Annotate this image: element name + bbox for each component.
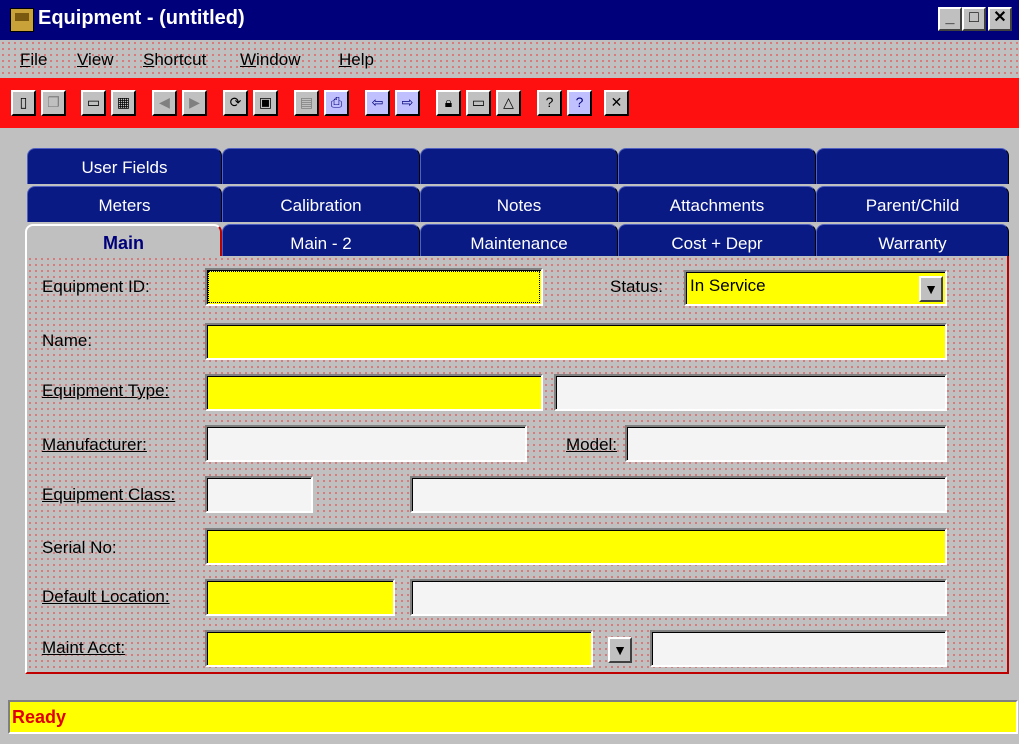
tab-main-2[interactable]: Main - 2: [222, 224, 420, 260]
link-left-icon: ⇦: [371, 94, 384, 110]
context-help-button[interactable]: ?: [567, 90, 592, 116]
default-location-field[interactable]: [205, 579, 395, 616]
close-window-icon: ✕: [993, 9, 1007, 26]
copy-doc-icon: ❐: [47, 94, 60, 110]
prev-record-button[interactable]: ◀: [152, 90, 177, 116]
equipment-type-label: Equipment Type:: [42, 381, 170, 400]
maint-acct-description-field[interactable]: [650, 630, 947, 667]
chevron-down-icon: ▼: [924, 281, 938, 297]
model-label: Model:: [566, 435, 618, 454]
link-right-button[interactable]: ⇨: [395, 90, 420, 116]
name-label: Name:: [42, 331, 93, 350]
equipment-class-field[interactable]: [205, 476, 313, 513]
help-icon: ?: [545, 94, 554, 110]
maint-acct-label: Maint Acct:: [42, 638, 126, 657]
menu-view[interactable]: View: [77, 50, 114, 70]
maximize-icon: □: [969, 9, 979, 26]
equipment-type-field[interactable]: [205, 374, 543, 411]
status-dropdown-button[interactable]: ▼: [919, 276, 943, 302]
minimize-icon: _: [945, 9, 955, 26]
save-grid-icon: ▦: [116, 94, 131, 110]
menu-help[interactable]: Help: [339, 50, 374, 70]
maximize-button[interactable]: □: [962, 7, 986, 31]
prev-record-icon: ◀: [159, 94, 170, 110]
default-location-label: Default Location:: [42, 587, 170, 606]
folder-open-icon: ▭: [471, 94, 486, 110]
equipment-id-field[interactable]: [205, 268, 543, 306]
manufacturer-label: Manufacturer:: [42, 435, 147, 454]
app-icon[interactable]: [10, 8, 34, 32]
close-window-button[interactable]: ✕: [988, 7, 1012, 31]
status-value: In Service: [690, 276, 766, 295]
lock-button[interactable]: 🔒︎: [436, 90, 461, 116]
tab-attachments[interactable]: Attachments: [618, 186, 816, 222]
maint-acct-field[interactable]: [205, 630, 593, 667]
tab-cost-depr[interactable]: Cost + Depr: [618, 224, 816, 260]
help-button[interactable]: ?: [537, 90, 562, 116]
equipment-id-label: Equipment ID:: [42, 277, 150, 296]
tab-blank-2[interactable]: [420, 148, 618, 184]
tab-blank-1[interactable]: [222, 148, 420, 184]
window-title: Equipment - (untitled): [38, 7, 245, 29]
close-button[interactable]: ✕: [604, 90, 629, 116]
lock-icon: 🔒︎: [444, 94, 453, 110]
new-button[interactable]: ▯: [11, 90, 36, 116]
tab-parent-child[interactable]: Parent/Child: [816, 186, 1009, 222]
serial-no-label: Serial No:: [42, 538, 117, 557]
copy-button[interactable]: ❐: [41, 90, 66, 116]
save-grid-button[interactable]: ▦: [111, 90, 136, 116]
tab-meters[interactable]: Meters: [27, 186, 222, 222]
tab-maintenance[interactable]: Maintenance: [420, 224, 618, 260]
menu-shortcut[interactable]: Shortcut: [143, 50, 206, 70]
shapes-icon: △: [503, 94, 514, 110]
menu-window[interactable]: Window: [240, 50, 300, 70]
open-folder-icon: ▭: [86, 94, 101, 110]
tab-blank-3[interactable]: [618, 148, 816, 184]
shapes-button[interactable]: △: [496, 90, 521, 116]
model-field[interactable]: [625, 425, 947, 462]
status-select[interactable]: In Service: [684, 270, 947, 306]
tab-warranty[interactable]: Warranty: [816, 224, 1009, 260]
menu-file[interactable]: File: [20, 50, 47, 70]
link-right-icon: ⇨: [401, 94, 414, 110]
folder-button[interactable]: ▭: [466, 90, 491, 116]
close-icon: ✕: [610, 94, 623, 110]
print-icon: ⎙: [330, 94, 343, 110]
tab-user-fields[interactable]: User Fields: [27, 148, 222, 184]
tab-main[interactable]: Main: [25, 224, 222, 258]
serial-no-field[interactable]: [205, 528, 947, 565]
manufacturer-field[interactable]: [205, 425, 527, 462]
default-location-description-field[interactable]: [410, 579, 947, 616]
context-help-icon: ?: [575, 94, 584, 110]
next-record-icon: ▶: [189, 94, 200, 110]
equipment-type-description-field[interactable]: [554, 374, 947, 411]
new-doc-icon: ▯: [19, 94, 28, 110]
link-left-button[interactable]: ⇦: [365, 90, 390, 116]
tab-blank-4[interactable]: [816, 148, 1009, 184]
chevron-down-icon: ▼: [613, 642, 627, 658]
status-label: Status:: [610, 277, 663, 296]
refresh-icon: ⟳: [229, 94, 242, 110]
tab-calibration[interactable]: Calibration: [222, 186, 420, 222]
save-button[interactable]: ▣: [253, 90, 278, 116]
equipment-class-description-field[interactable]: [410, 476, 947, 513]
maint-acct-dropdown-button[interactable]: ▼: [608, 637, 632, 663]
save-disk-icon: ▣: [258, 94, 273, 110]
print-button[interactable]: ⎙: [324, 90, 349, 116]
equipment-class-label: Equipment Class:: [42, 485, 176, 504]
next-record-button[interactable]: ▶: [182, 90, 207, 116]
print-preview-icon: ▤: [299, 94, 314, 110]
status-message: Ready: [8, 700, 1018, 734]
refresh-button[interactable]: ⟳: [223, 90, 248, 116]
name-field[interactable]: [205, 323, 947, 360]
minimize-button[interactable]: _: [938, 7, 962, 31]
print-preview-button[interactable]: ▤: [294, 90, 319, 116]
tab-notes[interactable]: Notes: [420, 186, 618, 222]
open-button[interactable]: ▭: [81, 90, 106, 116]
